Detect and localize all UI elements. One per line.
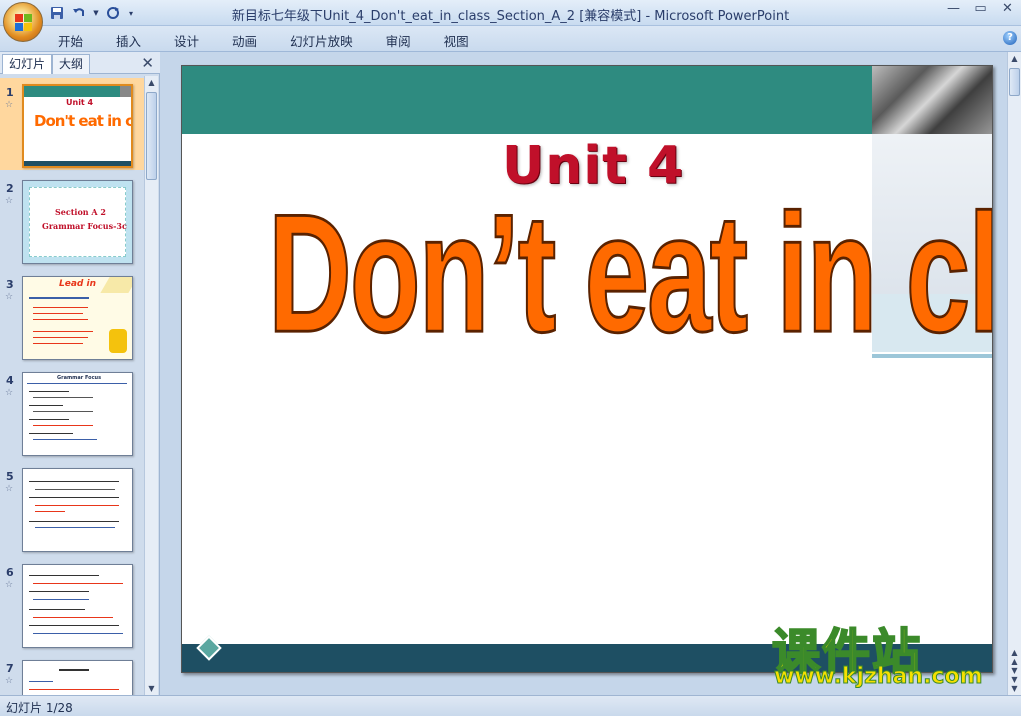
thumbnail-title: Unit 4 [66,98,94,107]
thumbnail-number: 3 [6,278,14,291]
thumbnail-scrollbar[interactable]: ▲ ▼ [144,76,158,695]
thumbnail-title: Section A 2 [55,207,106,217]
slide-thumbnail-4[interactable]: 4 ☆ Grammar Focus [0,366,144,458]
tab-insert[interactable]: 插入 [116,31,141,50]
watermark-url: www.kjzhan.com [774,664,984,690]
restore-button[interactable]: ▭ [967,0,994,20]
thumbnail-number: 7 [6,662,14,675]
window-title: 新目标七年级下Unit_4_Don't_eat_in_class_Section… [231,9,790,24]
slide-editing-area: Unit 4 Don’t eat in class. [161,52,1007,695]
thumbnail-subtitle: Grammar Focus-3c [42,221,127,231]
thumbnail-title: Lead in [59,279,96,289]
close-icon[interactable]: ✕ [141,54,154,72]
thumbnail-image: Grammar Focus [22,372,133,456]
slide-thumbnail-2[interactable]: 2 ☆ Section A 2 Grammar Focus-3c [0,174,144,266]
tab-animation[interactable]: 动画 [232,31,257,50]
tab-outline[interactable]: 大纲 [52,54,91,74]
thumbnail-number: 1 [6,86,14,99]
thumbnail-image [22,660,133,695]
thumbnail-number: 2 [6,182,14,195]
minimize-button[interactable]: — [940,0,967,20]
animation-star-icon: ☆ [5,580,14,590]
slide-header-photo [872,66,992,134]
slide-thumbnail-5[interactable]: 5 ☆ [0,462,144,554]
status-bar: 幻灯片 1/28 [0,695,1021,716]
animation-star-icon: ☆ [5,676,14,686]
thumbnail-image [22,468,133,552]
scroll-down-icon[interactable]: ▼ [145,682,158,695]
close-button[interactable]: ✕ [994,0,1021,20]
slide-scrollbar[interactable]: ▲ ▲ ▲ ▼ ▼ ▼ [1007,52,1021,695]
window-controls: — ▭ ✕ [940,0,1021,20]
animation-star-icon: ☆ [5,388,14,398]
thumbnail-image: Unit 4 Don't eat in class. [22,84,133,168]
animation-star-icon: ☆ [5,484,14,494]
current-slide[interactable]: Unit 4 Don’t eat in class. [181,65,993,673]
slide-main-title[interactable]: Don’t eat in class. [267,176,992,370]
tab-view[interactable]: 视图 [444,31,469,50]
office-logo-icon [15,14,33,32]
slide-counter: 幻灯片 1/28 [6,701,73,715]
office-button[interactable] [3,2,43,42]
tab-slideshow[interactable]: 幻灯片放映 [290,31,353,50]
thumbnail-subtitle: Don't eat in class. [34,112,133,130]
scroll-thumb[interactable] [1009,68,1020,96]
ribbon-tabs: 开始 插入 设计 动画 幻灯片放映 审阅 视图 [58,31,502,50]
thumbnail-number: 4 [6,374,14,387]
thumbnail-number: 5 [6,470,14,483]
thumbnail-image: Section A 2 Grammar Focus-3c [22,180,133,264]
animation-star-icon: ☆ [5,100,14,110]
previous-slide-icon[interactable]: ▲ ▲ [1008,648,1021,666]
tab-home[interactable]: 开始 [58,31,83,50]
tab-slides[interactable]: 幻灯片 [2,54,53,74]
pane-tabs: 幻灯片 大纲 ✕ [0,52,160,74]
ribbon-tabs-bar: 开始 插入 设计 动画 幻灯片放映 审阅 视图 ? [0,26,1021,52]
slide-thumbnail-3[interactable]: 3 ☆ Lead in [0,270,144,362]
scroll-down-icon[interactable]: ▼ [1008,682,1021,695]
thumbnail-list: 1 ☆ Unit 4 Don't eat in class. 2 ☆ Secti… [0,76,144,695]
thumbnail-title: Grammar Focus [57,375,102,381]
slide-thumbnail-6[interactable]: 6 ☆ [0,558,144,650]
slide-header-band [182,66,872,134]
tab-review[interactable]: 审阅 [386,31,411,50]
scroll-up-icon[interactable]: ▲ [1008,52,1021,65]
tab-design[interactable]: 设计 [174,31,199,50]
slide-thumbnail-1[interactable]: 1 ☆ Unit 4 Don't eat in class. [0,78,144,170]
scroll-up-icon[interactable]: ▲ [145,76,158,89]
thumbnail-image [22,564,133,648]
help-icon[interactable]: ? [1003,31,1017,45]
animation-star-icon: ☆ [5,196,14,206]
title-bar: ▼ ▾ 新目标七年级下Unit_4_Don't_eat_in_class_Sec… [0,0,1021,42]
animation-star-icon: ☆ [5,292,14,302]
slides-pane: 幻灯片 大纲 ✕ 1 ☆ Unit 4 Don't eat in class. … [0,52,160,695]
thumbnail-number: 6 [6,566,14,579]
scroll-thumb[interactable] [146,92,157,180]
slide-thumbnail-7[interactable]: 7 ☆ [0,654,144,695]
thumbnail-image: Lead in [22,276,133,360]
